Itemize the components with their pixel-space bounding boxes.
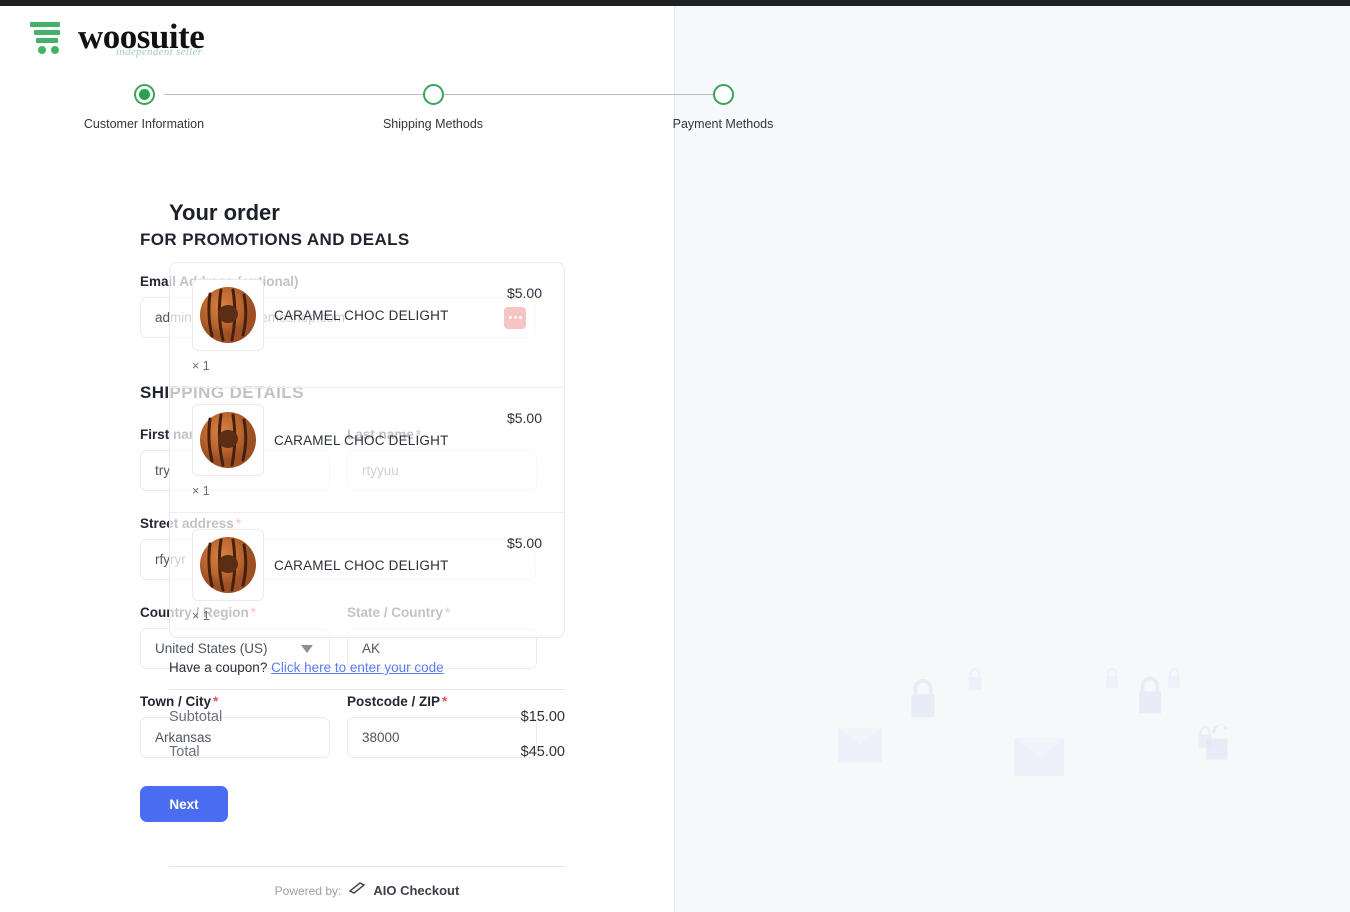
order-summary: Your order CARAMEL CHOC DELIGHT $5.00 × … [169, 200, 565, 760]
step-indicator-icon [712, 84, 734, 105]
stepper-step-label: Payment Methods [672, 117, 774, 131]
stepper-step-label: Customer Information [83, 117, 205, 131]
stepper-step-shipping-methods[interactable]: Shipping Methods [353, 84, 513, 131]
product-thumbnail [192, 279, 264, 351]
stepper-step-label: Shipping Methods [382, 117, 484, 131]
order-item-quantity: × 1 [192, 359, 210, 373]
total-label: Total [169, 744, 200, 760]
order-item-price: $5.00 [506, 285, 542, 301]
order-item-quantity: × 1 [192, 609, 210, 623]
order-item: CARAMEL CHOC DELIGHT $5.00 × 1 [170, 388, 564, 513]
order-item-price: $5.00 [506, 410, 542, 426]
coupon-prompt: Have a coupon? [169, 660, 268, 675]
total-value: $45.00 [520, 744, 565, 760]
subtotal-row: Subtotal $15.00 [169, 709, 565, 725]
stepper-step-payment-methods[interactable]: Payment Methods [643, 84, 803, 131]
order-item-price: $5.00 [506, 535, 542, 551]
order-item-quantity: × 1 [192, 484, 210, 498]
next-button[interactable]: Next [140, 786, 228, 822]
coupon-row: Have a coupon? Click here to enter your … [169, 660, 565, 675]
product-thumbnail [192, 529, 264, 601]
order-item-name: CARAMEL CHOC DELIGHT [274, 557, 449, 573]
powered-by-label: Powered by: [274, 883, 342, 898]
logo-tagline: independent seller [115, 46, 203, 58]
coupon-link[interactable]: Click here to enter your code [271, 660, 444, 675]
checkout-provider-name: AIO Checkout [373, 883, 460, 898]
stepper-step-customer-information[interactable]: Customer Information [64, 84, 224, 131]
product-thumbnail [192, 404, 264, 476]
order-item-name: CARAMEL CHOC DELIGHT [274, 432, 449, 448]
site-logo[interactable]: woosuite independent seller [28, 18, 205, 58]
order-item-name: CARAMEL CHOC DELIGHT [274, 307, 449, 323]
total-row: Total $45.00 [169, 744, 565, 760]
order-items-card: CARAMEL CHOC DELIGHT $5.00 × 1 CARAMEL C… [169, 262, 565, 638]
subtotal-label: Subtotal [169, 709, 223, 725]
coupon-divider [169, 689, 565, 690]
subtotal-value: $15.00 [520, 709, 565, 725]
step-indicator-icon [422, 84, 444, 105]
powered-by-footer: Powered by: AIO Checkout [169, 866, 565, 900]
first-name-value: try [155, 463, 170, 478]
step-indicator-icon [133, 84, 155, 105]
order-title: Your order [169, 200, 280, 225]
checkout-stepper: Customer Information Shipping Methods Pa… [0, 84, 808, 144]
shopping-cart-icon [28, 18, 70, 58]
card-swipe-icon [348, 881, 366, 900]
order-item: CARAMEL CHOC DELIGHT $5.00 × 1 [170, 513, 564, 637]
order-item: CARAMEL CHOC DELIGHT $5.00 × 1 [170, 263, 564, 388]
